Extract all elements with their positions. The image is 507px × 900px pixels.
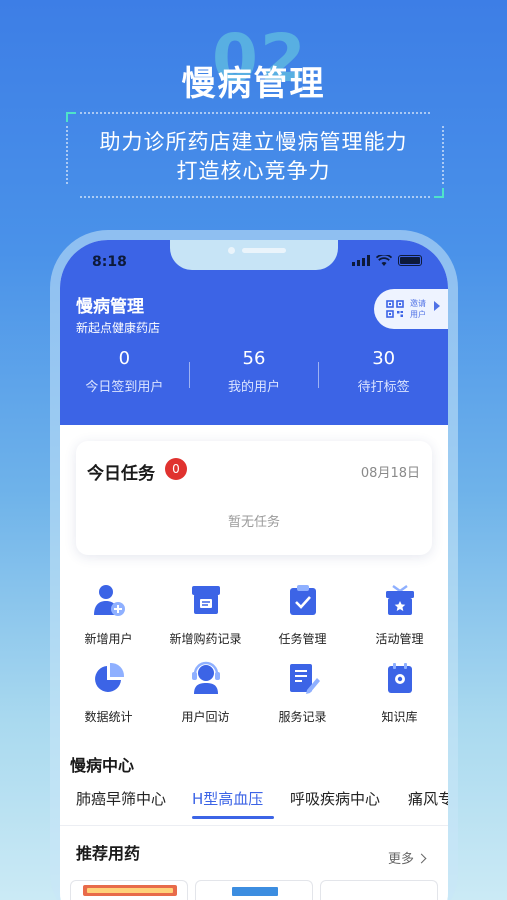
product-image: [232, 887, 278, 896]
hero-subtitle-line1: 助力诊所药店建立慢病管理能力: [99, 130, 408, 154]
more-link[interactable]: 更多: [388, 848, 427, 867]
battery-icon: [398, 255, 422, 266]
qr-code-icon: [386, 300, 404, 318]
add-user-icon: [93, 585, 125, 616]
headset-icon: [191, 661, 220, 694]
stats-row: 0 今日签到用户 56 我的用户 30 待打标签: [60, 346, 448, 404]
grid-label: 知识库: [381, 710, 418, 724]
purchase-record-icon: [191, 586, 220, 614]
product-banner: [83, 885, 177, 896]
stat-pending-tags[interactable]: 30 待打标签: [319, 346, 448, 404]
stat-my-users[interactable]: 56 我的用户: [190, 346, 319, 404]
status-time: 8:18: [92, 254, 127, 270]
wifi-icon: [376, 255, 392, 266]
edit-document-icon: [289, 664, 320, 694]
stat-value: 56: [242, 348, 266, 369]
product-card[interactable]: [195, 880, 313, 900]
knowledge-book-icon: [387, 663, 412, 693]
grid-item-service-record[interactable]: 服务记录: [254, 660, 351, 725]
task-clipboard-icon: [289, 585, 316, 615]
pie-chart-icon: [94, 662, 124, 692]
store-name: 新起点健康药店: [76, 321, 161, 335]
phone-notch: [170, 240, 338, 270]
invite-user-button[interactable]: 邀请 用户: [374, 289, 448, 329]
recommend-title: 推荐用药: [76, 844, 141, 863]
task-date: 08月18日: [360, 466, 420, 481]
grid-label: 活动管理: [375, 632, 424, 646]
grid-label: 数据统计: [84, 710, 133, 724]
tab-respiratory[interactable]: 呼吸疾病中心: [290, 788, 380, 809]
stat-value: 0: [118, 348, 131, 369]
grid-label: 用户回访: [181, 710, 230, 724]
speaker-slot: [242, 248, 286, 253]
camera-dot: [228, 247, 235, 254]
stat-value: 30: [372, 348, 396, 369]
status-icons: [352, 255, 422, 266]
grid-label: 新增用户: [84, 632, 133, 646]
frame-dotted-line: [80, 112, 430, 114]
task-count-badge: 0: [165, 458, 187, 480]
chevron-right-icon: [416, 853, 427, 864]
chronic-center-title: 慢病中心: [70, 756, 135, 775]
today-task-card[interactable]: 今日任务 0 08月18日 暂无任务: [76, 441, 432, 555]
grid-item-data-stats[interactable]: 数据统计: [60, 660, 157, 725]
grid-label: 服务记录: [278, 710, 327, 724]
gift-activity-icon: [385, 585, 414, 615]
task-title: 今日任务: [87, 464, 155, 484]
hero-subtitle-line2: 打造核心竞争力: [176, 159, 331, 183]
grid-item-purchase-record[interactable]: 新增购药记录: [157, 582, 254, 647]
grid-label: 新增购药记录: [169, 632, 242, 646]
empty-task-text: 暂无任务: [227, 515, 280, 530]
tab-gout[interactable]: 痛风专: [408, 788, 448, 809]
phone-screen: 8:18 慢病管理 新起点健康药店 邀请 用户 0 今日签到用户 56 我的用户…: [60, 240, 448, 900]
product-card[interactable]: [70, 880, 188, 900]
divider: [60, 825, 448, 826]
stat-label: 今日签到用户: [85, 380, 164, 395]
hero-banner: 02 慢病管理 助力诊所药店建立慢病管理能力 打造核心竞争力: [0, 0, 507, 230]
hero-title: 慢病管理: [181, 64, 326, 104]
frame-corner: [66, 112, 76, 122]
tab-h-hypertension[interactable]: H型高血压: [192, 788, 263, 809]
grid-item-knowledge-base[interactable]: 知识库: [351, 660, 448, 725]
frame-dotted-line: [80, 196, 430, 198]
stat-label: 待打标签: [357, 380, 410, 395]
more-label: 更多: [388, 852, 415, 867]
grid-item-add-user[interactable]: 新增用户: [60, 582, 157, 647]
stat-checkin-today[interactable]: 0 今日签到用户: [60, 346, 189, 404]
product-card[interactable]: [320, 880, 438, 900]
grid-item-activity-management[interactable]: 活动管理: [351, 582, 448, 647]
grid-item-user-follow-up[interactable]: 用户回访: [157, 660, 254, 725]
grid-label: 任务管理: [278, 632, 327, 646]
frame-corner: [434, 188, 444, 198]
stat-label: 我的用户: [228, 380, 281, 395]
active-tab-indicator: [192, 816, 274, 819]
signal-icon: [352, 255, 370, 266]
grid-item-task-management[interactable]: 任务管理: [254, 582, 351, 647]
play-arrow-icon: [434, 301, 440, 311]
tab-lung-cancer[interactable]: 肺癌早筛中心: [76, 788, 166, 809]
invite-label: 邀请 用户: [410, 299, 426, 319]
page-title: 慢病管理: [76, 297, 144, 317]
